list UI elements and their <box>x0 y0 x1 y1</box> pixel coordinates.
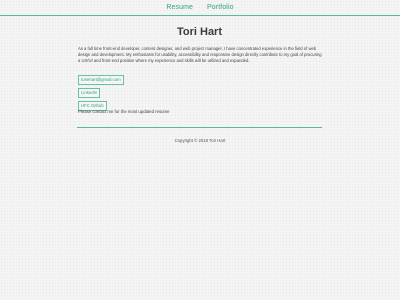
footer-copyright: Copyright © 2018 Tori Hart <box>174 138 226 143</box>
nav-link-resume[interactable]: Resume <box>166 4 193 11</box>
top-navigation: Resume Portfolio <box>0 0 400 16</box>
main-content: Tori Hart As a full time front-end devel… <box>77 22 322 114</box>
page-title: Tori Hart <box>176 26 223 38</box>
intro-paragraph: As a full time front-end developer, cont… <box>78 46 322 63</box>
content-divider <box>77 127 322 128</box>
contact-note: Please contact me for the most updated r… <box>78 109 170 114</box>
email-link-row: toriehart@gmail.com <box>77 68 322 85</box>
nav-link-portfolio[interactable]: Portfolio <box>207 4 234 11</box>
github-link-row: HFC Github <box>77 94 322 111</box>
